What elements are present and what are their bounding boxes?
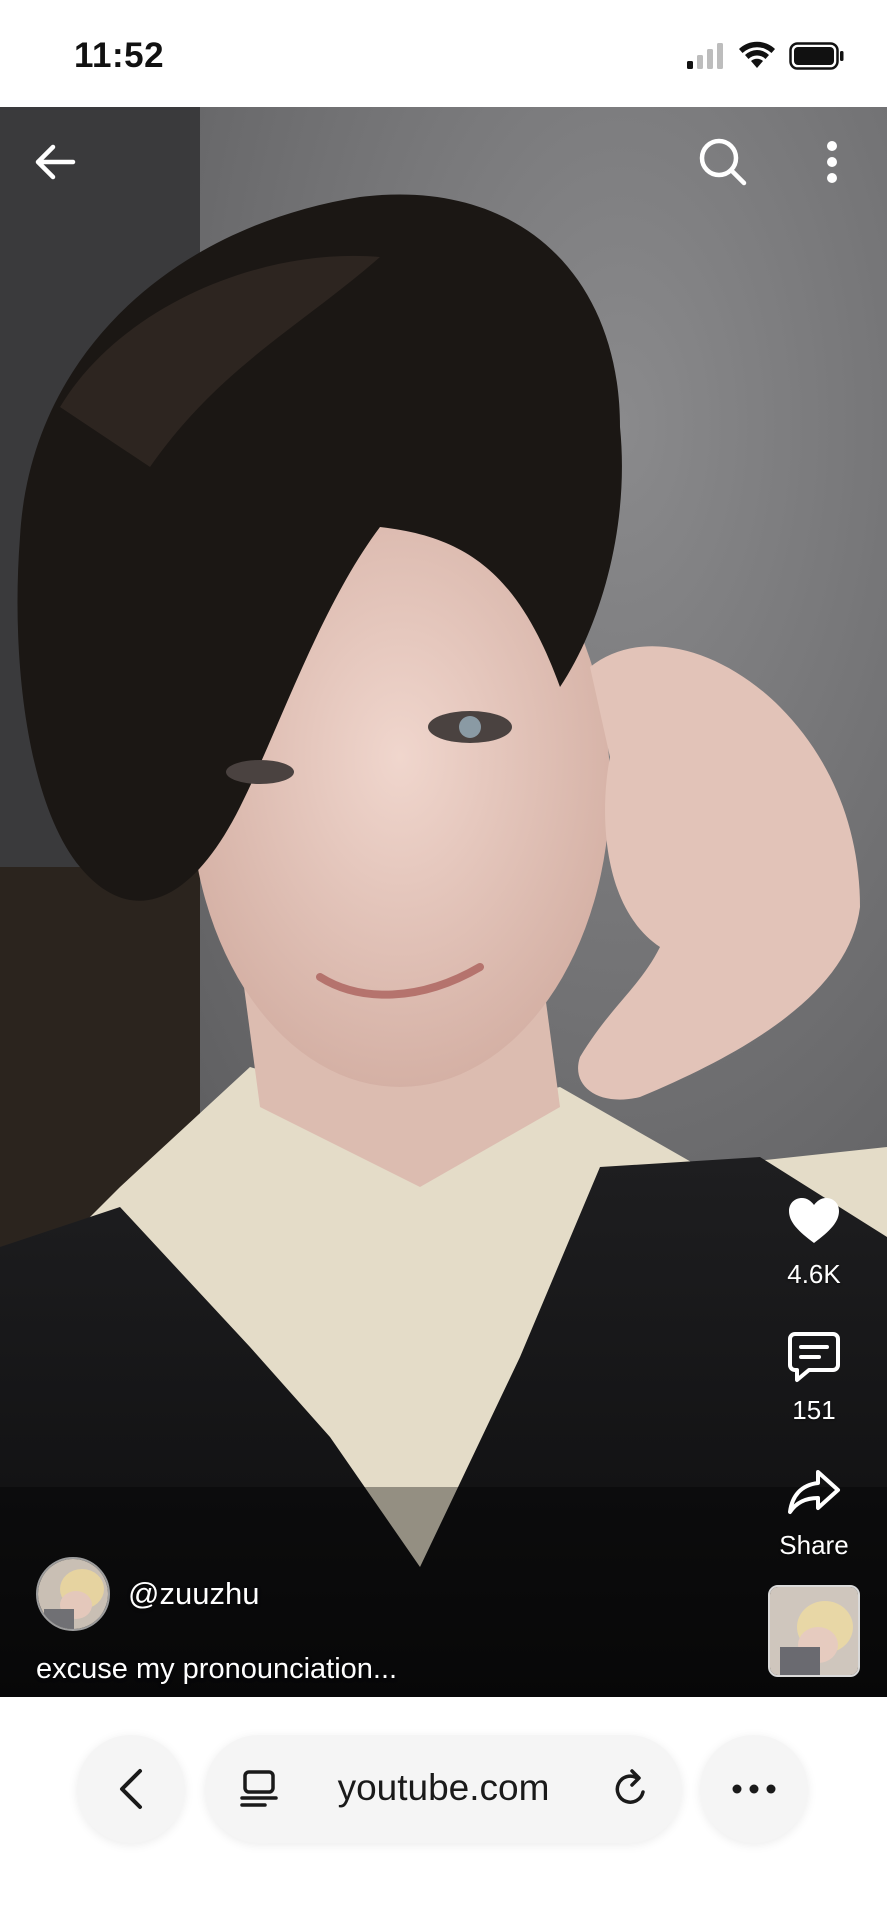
channel-handle[interactable]: @zuuzhu bbox=[128, 1576, 259, 1612]
chevron-left-icon bbox=[120, 1769, 142, 1809]
more-options-button[interactable] bbox=[797, 127, 867, 197]
share-button[interactable]: Share bbox=[762, 1460, 866, 1561]
comment-icon bbox=[782, 1325, 846, 1389]
status-time: 11:52 bbox=[74, 36, 165, 75]
avatar[interactable] bbox=[36, 1557, 110, 1631]
address-bar[interactable]: youtube.com bbox=[205, 1735, 682, 1843]
shorts-video-player[interactable]: 4.6K 151 Share @zuuzhu excuse my pronoun… bbox=[0, 107, 887, 1697]
more-vertical-icon bbox=[827, 141, 837, 183]
heart-icon bbox=[782, 1189, 846, 1253]
status-bar: 11:52 bbox=[0, 0, 887, 107]
share-label: Share bbox=[779, 1530, 849, 1560]
comments-button[interactable]: 151 bbox=[772, 1325, 856, 1426]
back-arrow-icon bbox=[35, 144, 76, 180]
browser-back-button[interactable] bbox=[77, 1735, 185, 1843]
comment-count: 151 bbox=[792, 1395, 836, 1425]
video-frame bbox=[0, 107, 887, 1697]
search-button[interactable] bbox=[688, 127, 758, 197]
sound-thumbnail[interactable] bbox=[768, 1585, 860, 1677]
share-arrow-icon bbox=[782, 1460, 846, 1524]
like-button[interactable]: 4.6K bbox=[772, 1189, 856, 1290]
battery-icon bbox=[789, 42, 844, 70]
search-icon bbox=[699, 138, 747, 186]
like-count: 4.6K bbox=[787, 1259, 841, 1289]
reload-icon[interactable] bbox=[610, 1768, 652, 1810]
channel-info[interactable]: @zuuzhu bbox=[36, 1557, 259, 1631]
browser-more-button[interactable] bbox=[700, 1735, 808, 1843]
browser-toolbar: youtube.com bbox=[0, 1697, 887, 1920]
wifi-icon bbox=[739, 41, 775, 68]
signal-icon bbox=[687, 43, 723, 69]
more-horizontal-icon bbox=[732, 1784, 776, 1794]
back-button[interactable] bbox=[20, 127, 90, 197]
video-caption[interactable]: excuse my pronounciation... bbox=[36, 1653, 397, 1686]
